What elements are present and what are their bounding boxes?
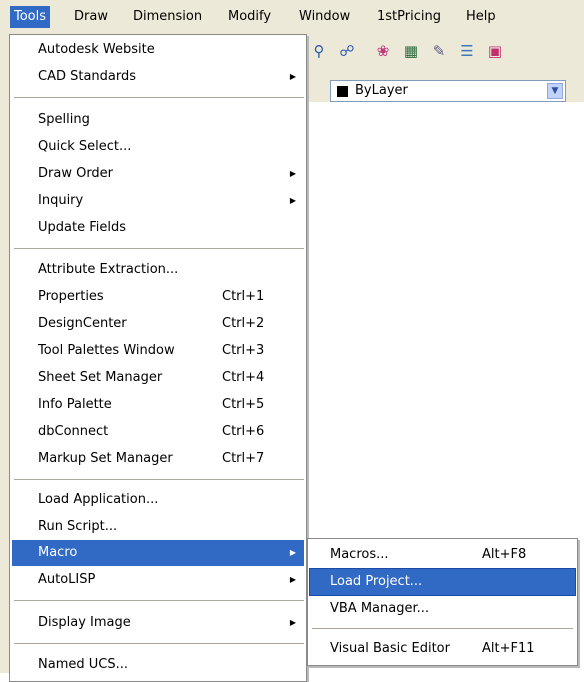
menu-item-draw-order[interactable]: Draw Order ▶ bbox=[12, 161, 304, 187]
menu-item-inquiry[interactable]: Inquiry ▶ bbox=[12, 188, 304, 214]
layer-icon[interactable]: ☰ bbox=[456, 40, 478, 62]
menu-item-designcenter[interactable]: DesignCenter Ctrl+2 bbox=[12, 311, 304, 337]
menu-item-label: Display Image bbox=[38, 615, 131, 630]
menu-item-cad-standards[interactable]: CAD Standards ▶ bbox=[12, 64, 304, 90]
submenu-arrow-icon: ▶ bbox=[289, 618, 296, 627]
macro-submenu: Macros... Alt+F8 Load Project... VBA Man… bbox=[307, 538, 578, 666]
menu-item-label: VBA Manager... bbox=[330, 601, 430, 616]
menu-item-label: Tool Palettes Window bbox=[38, 343, 175, 358]
menubar-item-tools[interactable]: Tools bbox=[10, 6, 51, 28]
menu-item-attribute-extraction[interactable]: Attribute Extraction... bbox=[12, 257, 304, 283]
menubar-item-1stpricing[interactable]: 1stPricing bbox=[373, 6, 445, 28]
submenu-arrow-icon: ▶ bbox=[289, 548, 296, 557]
submenu-arrow-icon: ▶ bbox=[289, 72, 296, 81]
menubar-item-dimension[interactable]: Dimension bbox=[129, 6, 206, 28]
menu-item-named-ucs[interactable]: Named UCS... bbox=[12, 652, 304, 678]
menu-item-markup-set-manager[interactable]: Markup Set Manager Ctrl+7 bbox=[12, 446, 304, 472]
menu-item-display-image[interactable]: Display Image ▶ bbox=[12, 610, 304, 636]
pan-icon[interactable]: ☍ bbox=[336, 40, 358, 62]
menu-item-spelling[interactable]: Spelling bbox=[12, 107, 304, 133]
menubar-item-draw[interactable]: Draw bbox=[70, 6, 112, 28]
tools-menu: Autodesk Website CAD Standards ▶ Spellin… bbox=[9, 34, 307, 682]
toolbar: ⚲ ☍ ❀ ▦ ✎ ☰ ▣ ByLayer ▼ bbox=[300, 34, 584, 102]
menu-item-macros[interactable]: Macros... Alt+F8 bbox=[310, 542, 575, 568]
menu-item-update-fields[interactable]: Update Fields bbox=[12, 215, 304, 241]
menu-item-label: Attribute Extraction... bbox=[38, 262, 179, 277]
menu-item-info-palette[interactable]: Info Palette Ctrl+5 bbox=[12, 392, 304, 418]
menu-item-dbconnect[interactable]: dbConnect Ctrl+6 bbox=[12, 419, 304, 445]
block-icon[interactable]: ▦ bbox=[400, 40, 422, 62]
menu-separator bbox=[14, 600, 304, 601]
refresh-icon[interactable]: ▣ bbox=[484, 40, 506, 62]
menu-item-label: Named UCS... bbox=[38, 657, 128, 672]
window-edge bbox=[0, 34, 9, 673]
menu-item-shortcut: Ctrl+3 bbox=[222, 343, 265, 358]
menu-item-shortcut: Ctrl+2 bbox=[222, 316, 265, 331]
menu-item-label: Spelling bbox=[38, 112, 90, 127]
layer-dropdown-value: ByLayer bbox=[355, 83, 408, 98]
menu-item-label: Sheet Set Manager bbox=[38, 370, 163, 385]
menu-item-shortcut: Ctrl+7 bbox=[222, 451, 265, 466]
menu-item-shortcut: Ctrl+4 bbox=[222, 370, 265, 385]
menu-item-label: Visual Basic Editor bbox=[330, 641, 450, 656]
menu-item-label: Inquiry bbox=[38, 193, 84, 208]
menu-item-autolisp[interactable]: AutoLISP ▶ bbox=[12, 567, 304, 593]
menu-item-label: DesignCenter bbox=[38, 316, 127, 331]
menu-item-shortcut: Ctrl+5 bbox=[222, 397, 265, 412]
menu-item-tool-palettes-window[interactable]: Tool Palettes Window Ctrl+3 bbox=[12, 338, 304, 364]
layer-dropdown[interactable]: ByLayer ▼ bbox=[330, 80, 566, 102]
menubar-item-modify[interactable]: Modify bbox=[224, 6, 275, 28]
menu-item-label: Quick Select... bbox=[38, 139, 132, 154]
menu-item-quick-select[interactable]: Quick Select... bbox=[12, 134, 304, 160]
menu-item-sheet-set-manager[interactable]: Sheet Set Manager Ctrl+4 bbox=[12, 365, 304, 391]
menu-item-label: Load Application... bbox=[38, 492, 159, 507]
menu-item-visual-basic-editor[interactable]: Visual Basic Editor Alt+F11 bbox=[310, 636, 575, 662]
submenu-arrow-icon: ▶ bbox=[289, 169, 296, 178]
menu-item-label: Info Palette bbox=[38, 397, 112, 412]
menu-separator bbox=[312, 628, 573, 629]
menu-item-autodesk-website[interactable]: Autodesk Website bbox=[12, 37, 304, 63]
menu-item-shortcut: Ctrl+6 bbox=[222, 424, 265, 439]
menu-item-label: Markup Set Manager bbox=[38, 451, 173, 466]
menu-separator bbox=[14, 479, 304, 480]
menu-item-label: Draw Order bbox=[38, 166, 114, 181]
menu-item-shortcut: Alt+F8 bbox=[482, 547, 527, 562]
submenu-arrow-icon: ▶ bbox=[289, 575, 296, 584]
menu-item-label: Macro bbox=[38, 545, 78, 560]
menu-bar: Tools Draw Dimension Modify Window 1stPr… bbox=[0, 0, 584, 34]
menu-item-label: Macros... bbox=[330, 547, 389, 562]
menu-item-label: Properties bbox=[38, 289, 104, 304]
menu-item-label: Autodesk Website bbox=[38, 42, 155, 57]
menu-item-shortcut: Alt+F11 bbox=[482, 641, 535, 656]
menu-item-load-application[interactable]: Load Application... bbox=[12, 487, 304, 513]
color-swatch bbox=[337, 86, 348, 97]
menu-item-label: dbConnect bbox=[38, 424, 109, 439]
menu-item-macro[interactable]: Macro ▶ bbox=[12, 540, 304, 566]
menu-separator bbox=[14, 643, 304, 644]
edit-icon[interactable]: ✎ bbox=[428, 40, 450, 62]
menu-item-label: Run Script... bbox=[38, 519, 118, 534]
zoom-icon[interactable]: ⚲ bbox=[308, 40, 330, 62]
menu-item-run-script[interactable]: Run Script... bbox=[12, 514, 304, 540]
submenu-arrow-icon: ▶ bbox=[289, 196, 296, 205]
chevron-down-icon[interactable]: ▼ bbox=[547, 83, 563, 99]
match-properties-icon[interactable]: ❀ bbox=[372, 40, 394, 62]
menu-item-label: AutoLISP bbox=[38, 572, 96, 587]
menu-separator bbox=[14, 248, 304, 249]
menubar-item-window[interactable]: Window bbox=[295, 6, 354, 28]
menu-item-shortcut: Ctrl+1 bbox=[222, 289, 265, 304]
menubar-item-help[interactable]: Help bbox=[462, 6, 500, 28]
menu-item-label: Load Project... bbox=[330, 574, 423, 589]
menu-item-vba-manager[interactable]: VBA Manager... bbox=[310, 596, 575, 622]
menu-separator bbox=[14, 97, 304, 98]
menu-item-label: Update Fields bbox=[38, 220, 126, 235]
menu-item-label: CAD Standards bbox=[38, 69, 137, 84]
menu-item-properties[interactable]: Properties Ctrl+1 bbox=[12, 284, 304, 310]
menu-item-load-project[interactable]: Load Project... bbox=[309, 568, 576, 596]
